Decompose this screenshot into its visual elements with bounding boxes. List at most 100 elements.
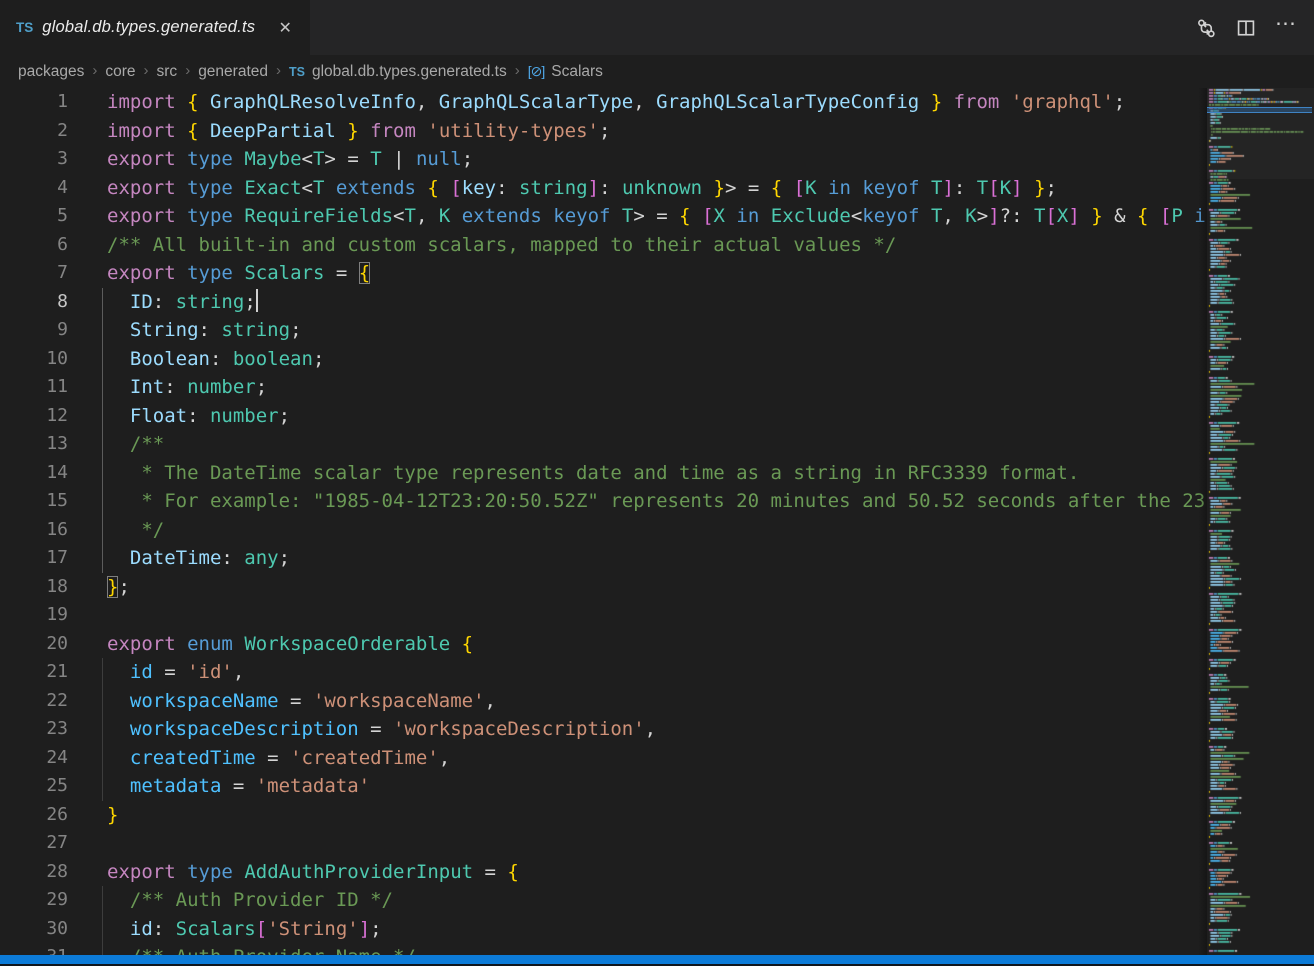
line-number: 23 bbox=[0, 715, 68, 744]
line-content: export enum WorkspaceOrderable { bbox=[107, 630, 473, 659]
line-content: createdTime = 'createdTime', bbox=[107, 744, 450, 773]
code-line[interactable]: 15 * For example: "1985-04-12T23:20:50.5… bbox=[0, 487, 1207, 516]
line-number: 29 bbox=[0, 886, 68, 915]
line-number: 19 bbox=[0, 601, 68, 630]
code-line[interactable]: 2import { DeepPartial } from 'utility-ty… bbox=[0, 117, 1207, 146]
breadcrumb-item-global-db-types-generated-ts[interactable]: TSglobal.db.types.generated.ts bbox=[289, 63, 507, 81]
code-line[interactable]: 6/** All built-in and custom scalars, ma… bbox=[0, 231, 1207, 260]
code-line[interactable]: 9 String: string; bbox=[0, 316, 1207, 345]
code-line[interactable]: 4 export type Exact<T extends { [key: str… bbox=[0, 174, 1207, 203]
breadcrumb-item-src[interactable]: src bbox=[157, 63, 178, 81]
code-line[interactable]: 11 Int: number; bbox=[0, 373, 1207, 402]
indent-guide bbox=[102, 744, 103, 773]
open-changes-icon[interactable] bbox=[1192, 14, 1220, 42]
line-number: 4 bbox=[0, 174, 68, 203]
line-content: String: string; bbox=[107, 316, 302, 345]
line-number: 25 bbox=[0, 772, 68, 801]
code-line[interactable]: 12 Float: number; bbox=[0, 402, 1207, 431]
line-content: export type AddAuthProviderInput = { bbox=[107, 858, 519, 887]
code-line[interactable]: 16 */ bbox=[0, 516, 1207, 545]
code-line[interactable]: 23 workspaceDescription = 'workspaceDesc… bbox=[0, 715, 1207, 744]
indent-guide bbox=[102, 544, 103, 573]
line-content: workspaceDescription = 'workspaceDescrip… bbox=[107, 715, 656, 744]
line-number: 14 bbox=[0, 459, 68, 488]
indent-guide bbox=[102, 402, 103, 431]
line-content: id: Scalars['String']; bbox=[107, 915, 382, 944]
line-content: export type Maybe<T> = T | null; bbox=[107, 145, 473, 174]
line-number: 18 bbox=[0, 573, 68, 602]
line-number: 28 bbox=[0, 858, 68, 887]
typescript-file-icon: TS bbox=[289, 65, 305, 79]
code-line[interactable]: 25 metadata = 'metadata' bbox=[0, 772, 1207, 801]
breadcrumb-label: src bbox=[157, 63, 178, 81]
code-line[interactable]: 7export type Scalars = { bbox=[0, 259, 1207, 288]
line-number: 30 bbox=[0, 915, 68, 944]
breadcrumb-item-scalars[interactable]: [⊘]Scalars bbox=[528, 63, 603, 81]
line-content: import { DeepPartial } from 'utility-typ… bbox=[107, 117, 610, 146]
close-icon[interactable]: ✕ bbox=[274, 17, 296, 39]
indent-guide bbox=[102, 772, 103, 801]
line-content: id = 'id', bbox=[107, 658, 244, 687]
chevron-right-icon: › bbox=[515, 62, 520, 79]
line-number: 1 bbox=[0, 88, 68, 117]
code-line[interactable]: 10 Boolean: boolean; bbox=[0, 345, 1207, 374]
breadcrumb-label: core bbox=[105, 63, 135, 81]
indent-guide bbox=[102, 516, 103, 545]
line-content: export type Exact<T extends { [key: stri… bbox=[107, 174, 1057, 203]
line-number: 9 bbox=[0, 316, 68, 345]
code-lines: 1import { GraphQLResolveInfo, GraphQLSca… bbox=[0, 88, 1207, 955]
more-actions-icon[interactable]: ⋯ bbox=[1272, 10, 1300, 46]
line-number: 5 bbox=[0, 202, 68, 231]
breadcrumb-item-core[interactable]: core bbox=[105, 63, 135, 81]
line-number: 26 bbox=[0, 801, 68, 830]
code-line[interactable]: 17 DateTime: any; bbox=[0, 544, 1207, 573]
code-line[interactable]: 14 * The DateTime scalar type represents… bbox=[0, 459, 1207, 488]
line-content: Boolean: boolean; bbox=[107, 345, 324, 374]
minimap-shadow bbox=[1198, 88, 1207, 955]
text-cursor bbox=[256, 289, 258, 312]
line-number: 20 bbox=[0, 630, 68, 659]
code-line[interactable]: 8 ID: string; bbox=[0, 288, 1207, 317]
code-editor[interactable]: 1import { GraphQLResolveInfo, GraphQLSca… bbox=[0, 88, 1207, 955]
symbol-type-icon: [⊘] bbox=[528, 63, 545, 80]
code-line[interactable]: 24 createdTime = 'createdTime', bbox=[0, 744, 1207, 773]
line-content: ID: string; bbox=[107, 288, 258, 317]
line-number: 27 bbox=[0, 829, 68, 858]
code-line[interactable]: 29 /** Auth Provider ID */ bbox=[0, 886, 1207, 915]
line-number: 6 bbox=[0, 231, 68, 260]
line-content: DateTime: any; bbox=[107, 544, 290, 573]
code-line[interactable]: 30 id: Scalars['String']; bbox=[0, 915, 1207, 944]
minimap-current-line-marker bbox=[1207, 107, 1312, 113]
code-line[interactable]: 26} bbox=[0, 801, 1207, 830]
code-line[interactable]: 18}; bbox=[0, 573, 1207, 602]
code-line[interactable]: 1import { GraphQLResolveInfo, GraphQLSca… bbox=[0, 88, 1207, 117]
code-line[interactable]: 3export type Maybe<T> = T | null; bbox=[0, 145, 1207, 174]
split-editor-icon[interactable] bbox=[1232, 14, 1260, 42]
indent-guide bbox=[102, 345, 103, 374]
code-line[interactable]: 21 id = 'id', bbox=[0, 658, 1207, 687]
code-line[interactable]: 22 workspaceName = 'workspaceName', bbox=[0, 687, 1207, 716]
code-line[interactable]: 5export type RequireFields<T, K extends … bbox=[0, 202, 1207, 231]
breadcrumb-item-generated[interactable]: generated bbox=[198, 63, 268, 81]
line-content: export type Scalars = { bbox=[107, 259, 370, 288]
code-line[interactable]: 31 /** Auth Provider Name */ bbox=[0, 943, 1207, 955]
code-line[interactable]: 20 export enum WorkspaceOrderable { bbox=[0, 630, 1207, 659]
line-number: 16 bbox=[0, 516, 68, 545]
breadcrumb-item-packages[interactable]: packages bbox=[18, 63, 84, 81]
code-line[interactable]: 27 bbox=[0, 829, 1207, 858]
indent-guide bbox=[102, 459, 103, 488]
editor-actions: ⋯ bbox=[1192, 0, 1314, 55]
line-number: 24 bbox=[0, 744, 68, 773]
minimap[interactable] bbox=[1207, 88, 1314, 955]
indent-guide bbox=[102, 658, 103, 687]
code-line[interactable]: 28 export type AddAuthProviderInput = { bbox=[0, 858, 1207, 887]
minimap-slider[interactable] bbox=[1207, 88, 1314, 179]
chevron-right-icon: › bbox=[144, 62, 149, 79]
tab-global-db-types-generated-ts[interactable]: TS global.db.types.generated.ts ✕ bbox=[0, 0, 310, 55]
indent-guide bbox=[102, 687, 103, 716]
code-line[interactable]: 19 bbox=[0, 601, 1207, 630]
code-line[interactable]: 13 /** bbox=[0, 430, 1207, 459]
line-content: */ bbox=[107, 516, 164, 545]
editor-tab-bar: TS global.db.types.generated.ts ✕ ⋯ bbox=[0, 0, 1314, 55]
breadcrumb-label: packages bbox=[18, 63, 84, 81]
